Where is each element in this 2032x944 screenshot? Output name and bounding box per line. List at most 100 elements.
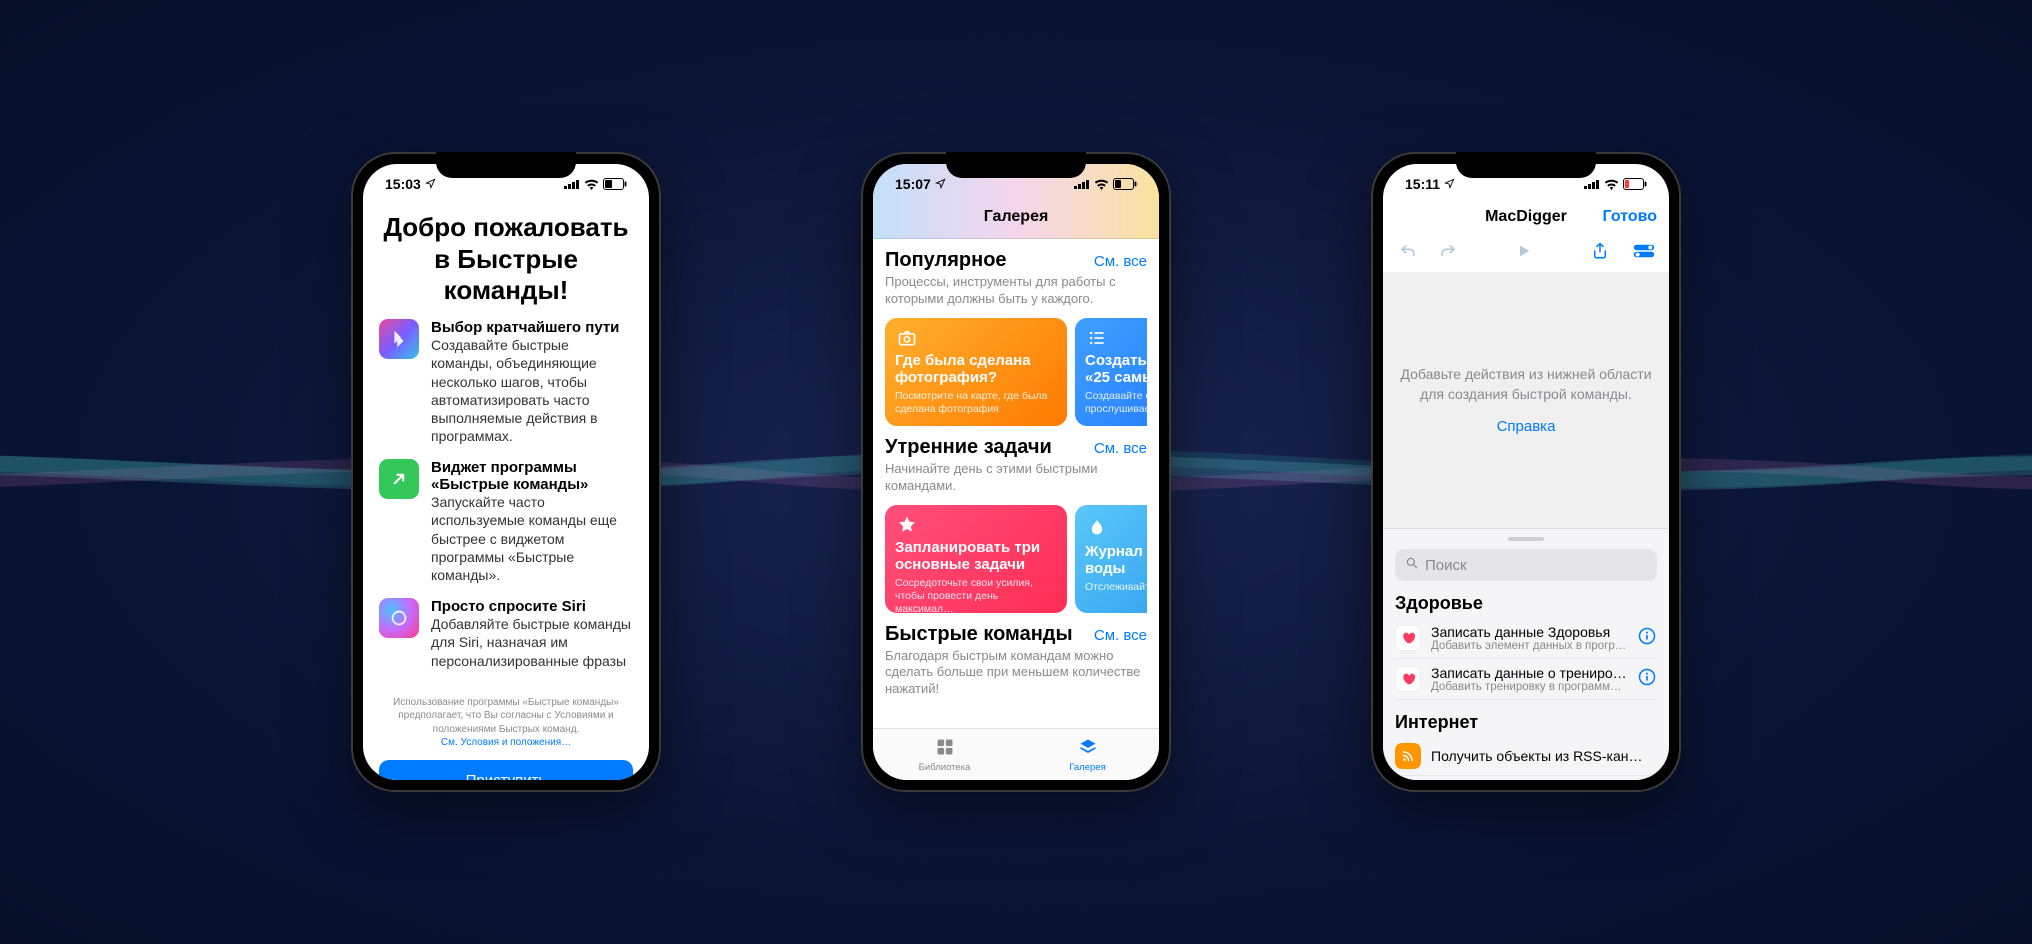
action-item[interactable]: Записать данные Здоровья Добавить элемен… bbox=[1395, 618, 1657, 659]
card-title: Где была сделана фотография? bbox=[895, 352, 1057, 387]
welcome-title: Добро пожаловать в Быстрые команды! bbox=[379, 212, 633, 307]
tab-bar: Библиотека Галерея bbox=[873, 728, 1159, 780]
list-icon bbox=[1085, 328, 1109, 348]
search-placeholder: Поиск bbox=[1425, 557, 1467, 574]
actions-panel: Поиск Здоровье Записать данные Здоровья … bbox=[1383, 528, 1669, 780]
card-subtitle: Посмотрите на карте, где была сделана фо… bbox=[895, 390, 1057, 416]
terms-link[interactable]: См. Условия и положения… bbox=[441, 737, 571, 748]
health-app-icon bbox=[1395, 625, 1421, 651]
section-subtitle: Благодаря быстрым командам можно сделать… bbox=[885, 648, 1147, 699]
action-title: Получить объекты из RSS-кан… bbox=[1431, 748, 1657, 764]
card-subtitle: Сосредоточьте свои усилия, чтобы провест… bbox=[895, 577, 1057, 613]
info-button[interactable] bbox=[1637, 626, 1657, 651]
feature-title: Выбор кратчайшего пути bbox=[431, 319, 633, 336]
wifi-icon bbox=[584, 179, 599, 190]
tab-library[interactable]: Библиотека bbox=[873, 729, 1016, 780]
wifi-icon bbox=[1604, 179, 1619, 190]
notch bbox=[946, 152, 1086, 178]
camera-icon bbox=[895, 328, 919, 348]
editor-toolbar bbox=[1383, 236, 1669, 272]
search-field[interactable]: Поиск bbox=[1395, 549, 1657, 581]
feature-title: Просто спросите Siri bbox=[431, 598, 633, 615]
star-icon bbox=[895, 515, 919, 535]
layers-icon bbox=[1078, 737, 1098, 760]
shortcut-card[interactable]: Создать плейлист «25 самых Создавайте сп… bbox=[1075, 318, 1147, 426]
settings-toggle-button[interactable] bbox=[1633, 240, 1655, 262]
status-time: 15:03 bbox=[385, 176, 421, 192]
section-popular: Популярное См. все Процессы, инструменты… bbox=[873, 239, 1159, 426]
location-icon bbox=[1444, 176, 1455, 192]
action-item[interactable]: Записать данные о тренировке Добавить тр… bbox=[1395, 659, 1657, 700]
action-subtitle: Добавить элемент данных в программу… bbox=[1431, 640, 1627, 652]
card-title: Журнал потребления воды bbox=[1085, 543, 1147, 578]
feature-item: Просто спросите Siri Добавляйте быстрые … bbox=[379, 598, 633, 670]
status-time: 15:11 bbox=[1405, 176, 1440, 192]
panel-grabber[interactable] bbox=[1508, 537, 1544, 541]
category-title: Интернет bbox=[1395, 712, 1657, 733]
section-subtitle: Процессы, инструменты для работы с котор… bbox=[885, 274, 1147, 308]
shortcut-card[interactable]: Запланировать три основные задачи Сосред… bbox=[885, 505, 1067, 613]
play-button[interactable] bbox=[1513, 240, 1535, 262]
water-drop-icon bbox=[1085, 515, 1109, 539]
location-icon bbox=[425, 176, 436, 192]
shortcut-card[interactable]: Журнал потребления воды Отслеживайте пот… bbox=[1075, 505, 1147, 613]
phone-editor: 15:11 MacDigger Готово bbox=[1371, 152, 1681, 792]
widget-icon bbox=[379, 459, 419, 499]
redo-button[interactable] bbox=[1437, 240, 1459, 262]
notch bbox=[1456, 152, 1596, 178]
search-icon bbox=[1405, 556, 1419, 574]
battery-icon bbox=[603, 178, 627, 190]
action-item[interactable]: Получить объекты из RSS-кан… bbox=[1395, 737, 1657, 776]
rss-icon bbox=[1395, 743, 1421, 769]
section-essentials: Быстрые команды См. все Благодаря быстры… bbox=[873, 613, 1159, 699]
shortcut-card[interactable]: Где была сделана фотография? Посмотрите … bbox=[885, 318, 1067, 426]
section-title: Утренние задачи bbox=[885, 436, 1052, 459]
nav-title: MacDigger bbox=[1485, 208, 1567, 226]
feature-title: Виджет программы «Быстрые команды» bbox=[431, 459, 633, 493]
done-button[interactable]: Готово bbox=[1603, 208, 1657, 226]
status-time: 15:07 bbox=[895, 176, 931, 192]
section-title: Популярное bbox=[885, 249, 1007, 272]
tab-label: Галерея bbox=[1069, 762, 1105, 773]
cellular-icon bbox=[1074, 179, 1090, 189]
cellular-icon bbox=[564, 179, 580, 189]
start-button[interactable]: Приступить bbox=[379, 760, 633, 780]
action-title: Записать данные о тренировке bbox=[1431, 665, 1627, 681]
feature-body: Добавляйте быстрые команды для Siri, наз… bbox=[431, 615, 633, 670]
see-all-link[interactable]: См. все bbox=[1094, 440, 1147, 457]
action-title: Записать данные Здоровья bbox=[1431, 624, 1627, 640]
card-subtitle: Отслеживайте потребление во… bbox=[1085, 581, 1147, 594]
feature-item: Виджет программы «Быстрые команды» Запус… bbox=[379, 459, 633, 584]
wifi-icon bbox=[1094, 179, 1109, 190]
card-title: Создать плейлист «25 самых bbox=[1085, 352, 1147, 387]
see-all-link[interactable]: См. все bbox=[1094, 253, 1147, 270]
tab-gallery[interactable]: Галерея bbox=[1016, 729, 1159, 780]
section-morning: Утренние задачи См. все Начинайте день с… bbox=[873, 426, 1159, 613]
section-subtitle: Начинайте день с этими быстрыми командам… bbox=[885, 461, 1147, 495]
feature-item: Выбор кратчайшего пути Создавайте быстры… bbox=[379, 319, 633, 445]
see-all-link[interactable]: См. все bbox=[1094, 627, 1147, 644]
notch bbox=[436, 152, 576, 178]
nav-title: Галерея bbox=[873, 204, 1159, 230]
shortcuts-app-icon bbox=[379, 319, 419, 359]
card-subtitle: Создавайте списки прослушиваемых bbox=[1085, 390, 1147, 416]
tab-label: Библиотека bbox=[919, 762, 971, 773]
info-button[interactable] bbox=[1637, 667, 1657, 692]
nav-bar: MacDigger Готово bbox=[1383, 204, 1669, 236]
help-link[interactable]: Справка bbox=[1497, 418, 1556, 435]
cellular-icon bbox=[1584, 179, 1600, 189]
share-button[interactable] bbox=[1589, 240, 1611, 262]
action-subtitle: Добавить тренировку в программу «Здо… bbox=[1431, 681, 1627, 693]
siri-icon bbox=[379, 598, 419, 638]
battery-icon bbox=[1113, 178, 1137, 190]
category-title: Здоровье bbox=[1395, 593, 1657, 614]
health-app-icon bbox=[1395, 666, 1421, 692]
undo-button[interactable] bbox=[1397, 240, 1419, 262]
battery-low-icon bbox=[1623, 178, 1647, 190]
location-icon bbox=[935, 176, 946, 192]
feature-body: Создавайте быстрые команды, объединяющие… bbox=[431, 336, 633, 445]
canvas-hint: Добавьте действия из нижней области для … bbox=[1399, 365, 1653, 404]
feature-body: Запускайте часто используемые команды ещ… bbox=[431, 493, 633, 584]
phone-welcome: 15:03 Добро пожаловать в Быстрые команды… bbox=[351, 152, 661, 792]
section-title: Быстрые команды bbox=[885, 623, 1073, 646]
